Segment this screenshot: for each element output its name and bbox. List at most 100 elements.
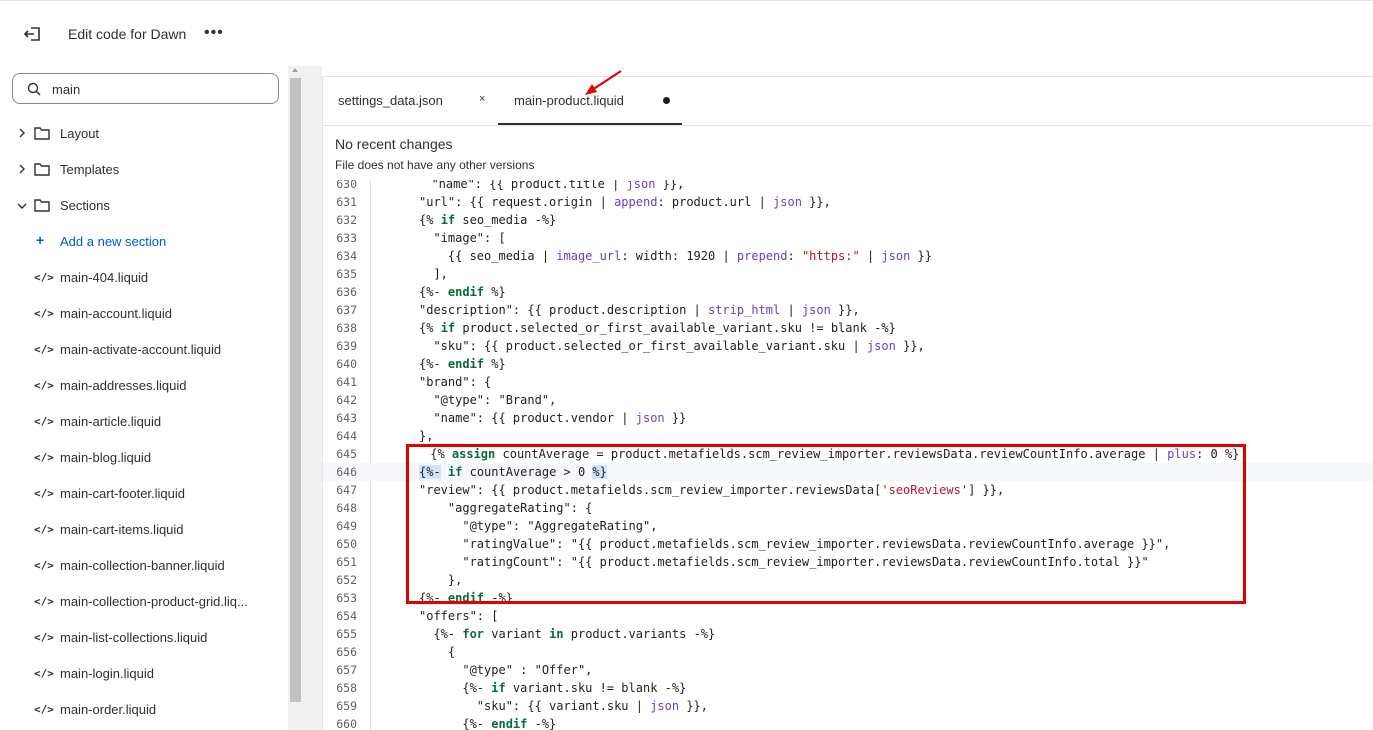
line-number: 656 (336, 645, 357, 659)
sidebar-scrollbar-thumb[interactable] (290, 78, 301, 702)
sidebar-file-item[interactable]: </> main-login.liquid (0, 663, 288, 685)
folder-icon (34, 163, 50, 176)
search-field[interactable] (12, 73, 279, 104)
code-line[interactable]: 640 {%- endif %} (323, 355, 1373, 373)
sidebar-file-item[interactable]: </> main-404.liquid (0, 267, 288, 289)
code-line[interactable]: 632 {% if seo_media -%} (323, 211, 1373, 229)
sidebar-file-item[interactable]: </> main-collection-product-grid.liq... (0, 591, 288, 613)
chevron-down-icon (17, 203, 27, 209)
file-label: main-collection-banner.liquid (60, 558, 225, 573)
sidebar-file-item[interactable]: </> main-addresses.liquid (0, 375, 288, 397)
code-line[interactable]: 660 {%- endif -%} (323, 715, 1373, 730)
tab-label: settings_data.json (338, 93, 443, 108)
file-label: main-order.liquid (60, 702, 157, 717)
code-line[interactable]: 655 {%- for variant in product.variants … (323, 625, 1373, 643)
code-line[interactable]: 641 "brand": { (323, 373, 1373, 391)
code-line[interactable]: 637 "description": {{ product.description… (323, 301, 1373, 319)
sidebar-file-item[interactable]: </> main-list-collections.liquid (0, 627, 288, 649)
line-number: 630 (336, 180, 357, 191)
folder-icon (34, 127, 50, 140)
code-file-icon: </> (34, 523, 54, 536)
code-text: {%- for variant in product.variants -%} (419, 627, 716, 641)
code-line[interactable]: 634 {{ seo_media | image_url: width: 192… (323, 247, 1373, 265)
sidebar-file-item[interactable]: </> main-article.liquid (0, 411, 288, 433)
sidebar-folder-sections[interactable]: Sections (0, 195, 288, 217)
code-text: "name": {{ product.title | json }}, (417, 180, 685, 191)
code-text: {%- endif -%} (419, 717, 557, 730)
tab-settings-data[interactable]: settings_data.json × (323, 77, 497, 125)
code-text: {% if seo_media -%} (419, 213, 557, 227)
line-number: 632 (336, 213, 357, 227)
line-number: 647 (336, 483, 357, 497)
more-actions-button[interactable]: ••• (204, 23, 224, 43)
search-input[interactable] (52, 80, 262, 98)
code-line[interactable]: 654 "offers": [ (323, 607, 1373, 625)
code-line[interactable]: 658 {%- if variant.sku != blank -%} (323, 679, 1373, 697)
code-file-icon: </> (34, 307, 54, 320)
line-number: 646 (336, 465, 357, 479)
line-number: 655 (336, 627, 357, 641)
scroll-up-arrow-icon[interactable] (292, 68, 298, 72)
sidebar-file-item[interactable]: </> main-blog.liquid (0, 447, 288, 469)
file-label: main-account.liquid (60, 306, 173, 321)
code-file-icon: </> (34, 559, 54, 572)
code-file-icon: </> (34, 595, 54, 608)
sidebar-folder-templates[interactable]: Templates (0, 159, 288, 181)
code-line[interactable]: 642 "@type": "Brand", (323, 391, 1373, 409)
code-line[interactable]: 659 "sku": {{ variant.sku | json }}, (323, 697, 1373, 715)
code-line[interactable]: 639 "sku": {{ product.selected_or_first_… (323, 337, 1373, 355)
line-number: 657 (336, 663, 357, 677)
line-number: 638 (336, 321, 357, 335)
code-text: "description": {{ product.description | … (419, 303, 860, 317)
sidebar-file-item[interactable]: </> main-order.liquid (0, 699, 288, 721)
file-label: main-collection-product-grid.liq... (60, 594, 248, 609)
file-label: main-login.liquid (60, 666, 154, 681)
top-bar: Edit code for Dawn ••• (0, 0, 1373, 66)
line-number: 641 (336, 375, 357, 389)
code-line[interactable]: 631 "url": {{ request.origin | append: pr… (323, 193, 1373, 211)
line-number: 640 (336, 357, 357, 371)
code-line[interactable]: 633 "image": [ (323, 229, 1373, 247)
code-text: "brand": { (419, 375, 492, 389)
code-text: "image": [ (419, 231, 506, 245)
file-sidebar: Layout Templates Sections + Add a new sectio… (0, 66, 288, 730)
sidebar-file-item[interactable]: </> main-activate-account.liquid (0, 339, 288, 361)
line-number: 653 (336, 591, 357, 605)
code-line[interactable]: 656 { (323, 643, 1373, 661)
code-line[interactable]: 630 "name": {{ product.title | json }}, (323, 180, 1373, 193)
code-line[interactable]: 635 ], (323, 265, 1373, 283)
line-number: 631 (336, 195, 357, 209)
code-text: "sku": {{ product.selected_or_first_avai… (419, 339, 925, 353)
code-file-icon: </> (34, 487, 54, 500)
code-editor: settings_data.json × main-product.liquid… (322, 76, 1373, 730)
code-text: {%- if variant.sku != blank -%} (419, 681, 687, 695)
tab-divider (323, 125, 1373, 126)
line-number: 649 (336, 519, 357, 533)
code-file-icon: </> (34, 631, 54, 644)
sidebar-file-item[interactable]: </> main-cart-footer.liquid (0, 483, 288, 505)
code-line[interactable]: 643 "name": {{ product.vendor | json }} (323, 409, 1373, 427)
file-label: main-cart-footer.liquid (60, 486, 185, 501)
line-number: 659 (336, 699, 357, 713)
code-line[interactable]: 638 {% if product.selected_or_first_avail… (323, 319, 1373, 337)
line-number: 651 (336, 555, 357, 569)
line-number: 642 (336, 393, 357, 407)
line-number: 648 (336, 501, 357, 515)
line-number: 658 (336, 681, 357, 695)
sidebar-file-item[interactable]: </> main-cart-items.liquid (0, 519, 288, 541)
exit-icon[interactable] (20, 23, 44, 45)
code-line[interactable]: 644}, (323, 427, 1373, 445)
close-icon[interactable]: × (479, 93, 485, 105)
line-number: 652 (336, 573, 357, 587)
sidebar-folder-layout[interactable]: Layout (0, 123, 288, 145)
add-section-link[interactable]: + Add a new section (0, 231, 288, 253)
line-number: 639 (336, 339, 357, 353)
code-line[interactable]: 636 {%- endif %} (323, 283, 1373, 301)
chevron-right-icon (19, 164, 25, 174)
code-text: ], (419, 267, 448, 281)
sidebar-file-item[interactable]: </> main-collection-banner.liquid (0, 555, 288, 577)
file-label: main-activate-account.liquid (60, 342, 222, 357)
sidebar-file-item[interactable]: </> main-account.liquid (0, 303, 288, 325)
code-line[interactable]: 657 "@type" : "Offer", (323, 661, 1373, 679)
code-file-icon: </> (34, 271, 54, 284)
